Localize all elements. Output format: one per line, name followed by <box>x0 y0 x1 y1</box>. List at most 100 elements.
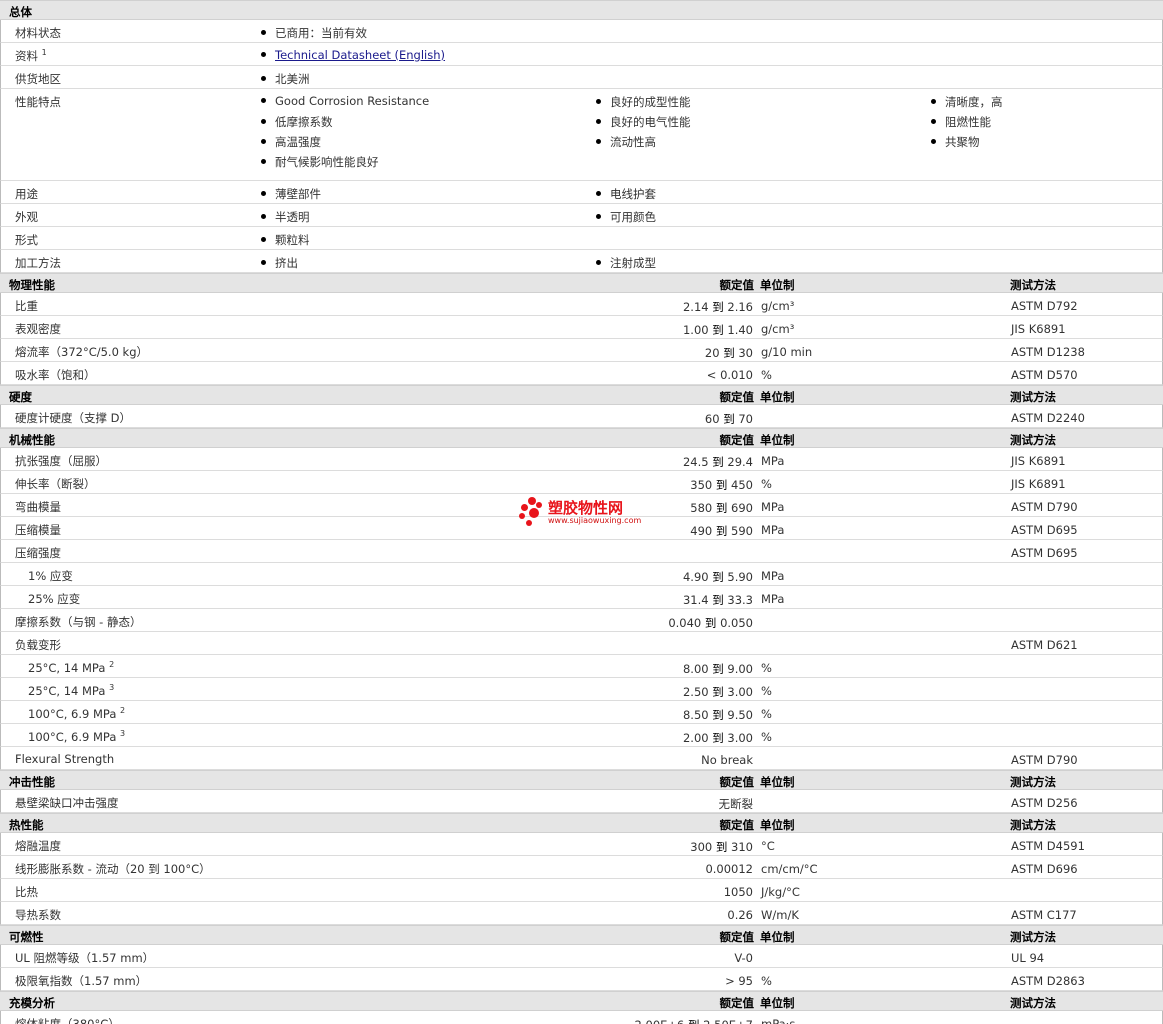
general-row-item-text: 高温强度 <box>275 135 321 149</box>
range-separator: 到 <box>712 501 732 515</box>
property-unit: g/cm³ <box>761 322 795 336</box>
bullet-icon <box>261 237 266 242</box>
property-value: 无断裂 <box>719 796 754 812</box>
value-min: 0.26 <box>727 908 753 922</box>
range-separator: 到 <box>712 524 732 538</box>
property-label: 表观密度 <box>15 322 61 336</box>
test-method: ASTM D2863 <box>1011 974 1085 988</box>
nominal-header: 额定值 <box>719 818 755 832</box>
property-value: < 0.010 <box>707 368 753 382</box>
property-unit: % <box>761 730 772 744</box>
general-row-label: 供货地区 <box>15 72 61 86</box>
range-separator: 到 <box>719 346 739 360</box>
property-label: 极限氧指数（1.57 mm） <box>15 974 148 988</box>
property-value: 2.50 到 3.00 <box>683 684 753 700</box>
value-min: 0.040 <box>668 616 702 630</box>
property-unit: % <box>761 974 772 988</box>
general-row-item-text: 北美洲 <box>275 72 310 86</box>
general-row-item-text: 清晰度，高 <box>945 95 1003 109</box>
property-row: 悬壁梁缺口冲击强度 无断裂 ASTM D256 <box>0 790 1163 813</box>
section-header: 物理性能 额定值 单位制 测试方法 <box>0 273 1163 293</box>
general-row-item: 阻燃性能 <box>931 114 991 130</box>
general-row-item: 流动性高 <box>596 134 656 150</box>
property-row: 线形膨胀系数 - 流动（20 到 100°C） 0.00012 cm/cm/°C AS… <box>0 856 1163 879</box>
general-row-item: 颗粒料 <box>261 232 310 248</box>
property-row: 导热系数 0.26 W/m/K ASTM C177 <box>0 902 1163 925</box>
property-label: 100°C, 6.9 MPa 3 <box>28 729 126 744</box>
property-label: 摩擦系数（与钢 - 静态） <box>15 615 142 629</box>
property-row: 伸长率（断裂） 350 到 450% JIS K6891 <box>0 471 1163 494</box>
property-value: 8.50 到 9.50 <box>683 707 753 723</box>
property-unit: MPa <box>761 592 785 606</box>
value-max: 33.3 <box>727 593 753 607</box>
bullet-icon <box>261 98 266 103</box>
range-separator: 到 <box>684 1018 703 1024</box>
general-row-label: 外观 <box>15 210 38 224</box>
nominal-header: 额定值 <box>719 433 755 447</box>
property-unit: g/cm³ <box>761 299 795 313</box>
bullet-icon <box>596 214 601 219</box>
general-section-header: 总体 <box>0 0 1163 20</box>
property-label: 比重 <box>15 299 38 313</box>
range-separator: 到 <box>708 323 728 337</box>
test-method: ASTM D790 <box>1011 500 1078 514</box>
property-unit: °C <box>761 839 775 853</box>
value-max: 450 <box>731 478 753 492</box>
property-label: 25% 应变 <box>28 592 81 606</box>
unit-header: 单位制 <box>760 775 795 789</box>
footnote-marker: 3 <box>109 683 115 692</box>
test-method: JIS K6891 <box>1011 477 1066 491</box>
general-row: 材料状态 已商用：当前有效 <box>0 20 1163 43</box>
section-header: 充模分析 额定值 单位制 测试方法 <box>0 991 1163 1011</box>
general-row-item-text: 半透明 <box>275 210 310 224</box>
bullet-icon <box>931 119 936 124</box>
test-method: ASTM D695 <box>1011 546 1078 560</box>
value-min: 无断裂 <box>718 797 754 811</box>
general-row-label: 加工方法 <box>15 256 61 270</box>
nominal-header: 额定值 <box>719 996 755 1010</box>
general-row-item-text: 良好的电气性能 <box>610 115 691 129</box>
property-row: 极限氧指数（1.57 mm） > 95% ASTM D2863 <box>0 968 1163 991</box>
value-min: 1.00 <box>682 323 709 337</box>
bullet-icon <box>261 139 266 144</box>
value-max: 310 <box>731 840 753 854</box>
value-min: 1050 <box>723 885 753 899</box>
general-row-item-text: 薄壁部件 <box>275 187 321 201</box>
general-row-item: Technical Datasheet (English) <box>261 48 445 62</box>
property-row: 比热 1050 J/kg/°C <box>0 879 1163 902</box>
value-min: 580 <box>690 501 713 515</box>
unit-header: 单位制 <box>760 930 795 944</box>
value-max: 29.4 <box>727 455 753 469</box>
general-row-item-text: 阻燃性能 <box>945 115 991 129</box>
property-label: 1% 应变 <box>28 569 73 583</box>
bullet-icon <box>596 99 601 104</box>
method-header: 测试方法 <box>1010 996 1056 1010</box>
value-min: 2.00 <box>682 731 709 745</box>
property-value: 1.00 到 1.40 <box>683 322 753 338</box>
range-separator: 到 <box>712 840 732 854</box>
test-method: ASTM D570 <box>1011 368 1078 382</box>
value-min: 2.50 <box>682 685 709 699</box>
value-max: 0.050 <box>720 616 753 630</box>
property-unit: MPa <box>761 454 785 468</box>
property-value: 490 到 590 <box>690 523 753 539</box>
property-unit: g/10 min <box>761 345 813 359</box>
footnote-marker: 2 <box>120 706 126 715</box>
value-min: 24.5 <box>682 455 709 469</box>
property-unit: % <box>761 707 772 721</box>
property-label: UL 阻燃等级（1.57 mm） <box>15 951 155 965</box>
watermark-logo: 塑胶物性网 www.sujiaowuxing.com <box>518 496 658 530</box>
general-row-item: 耐气候影响性能良好 <box>261 154 379 170</box>
datasheet-link[interactable]: Technical Datasheet (English) <box>275 48 445 62</box>
general-row-label: 用途 <box>15 187 38 201</box>
test-method: UL 94 <box>1011 951 1045 965</box>
test-method: ASTM D2240 <box>1011 411 1085 425</box>
property-value: No break <box>701 753 753 767</box>
value-max: 1.40 <box>727 323 753 337</box>
general-row-item-text: 低摩擦系数 <box>275 115 333 129</box>
general-row: 形式 颗粒料 <box>0 227 1163 250</box>
property-label: 伸长率（断裂） <box>15 477 96 491</box>
general-row-item: 可用颜色 <box>596 209 656 225</box>
bullet-icon <box>261 76 266 81</box>
value-min: < 0.010 <box>706 368 753 382</box>
